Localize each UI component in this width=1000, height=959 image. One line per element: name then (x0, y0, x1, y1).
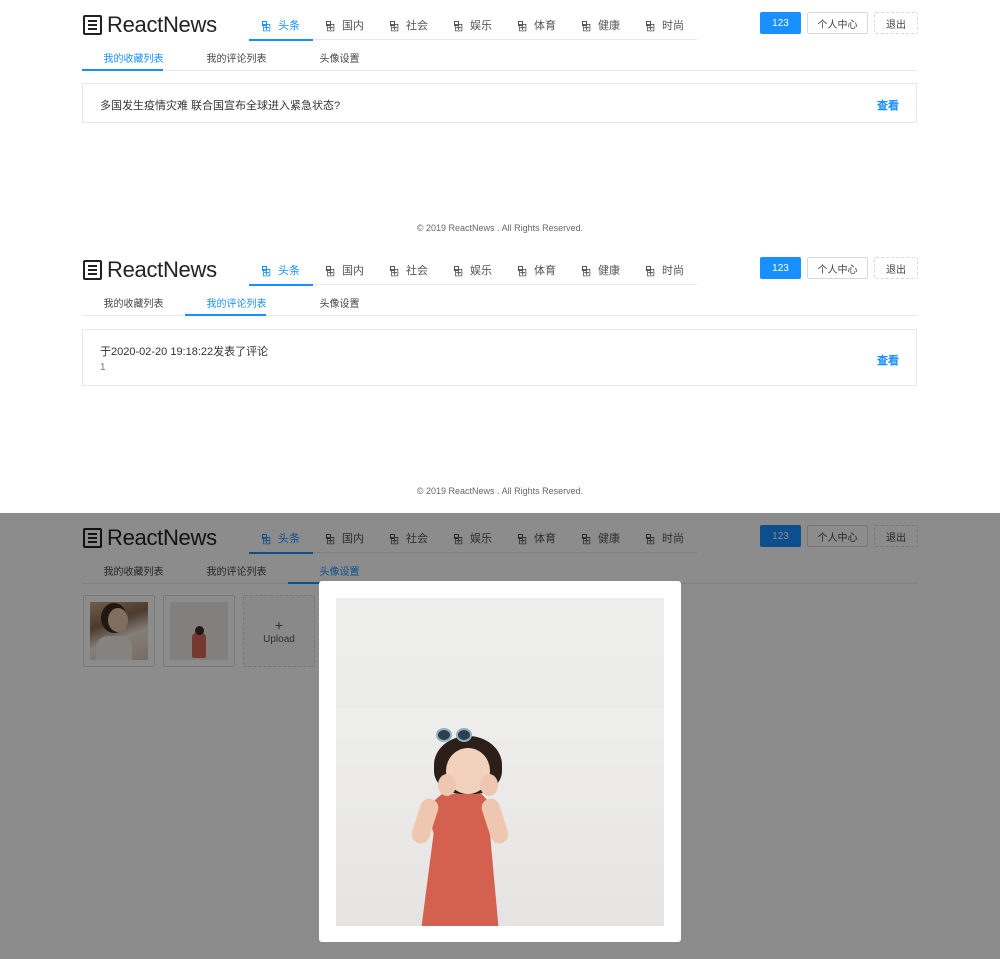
main-nav: ⊞ 头条 ⊞ 国内 ⊞ 社会 ⊞ 娱乐 ⊞ 体育 ⊞ 健康 ⊞ 时尚 (249, 10, 697, 41)
view-link[interactable]: 查看 (877, 352, 899, 368)
nav-item-fashion[interactable]: ⊞ 时尚 (633, 255, 697, 285)
appstore-icon: ⊞ (646, 21, 656, 34)
user-center-button[interactable]: 个人中心 (807, 257, 868, 279)
appstore-icon: ⊞ (326, 21, 336, 34)
favorite-card: 多国发生疫情灾难 联合国宣布全球进入紧急状态? 查看 (82, 83, 917, 123)
logo[interactable]: ReactNews (83, 12, 217, 38)
nav-item-sports[interactable]: ⊞ 体育 (505, 10, 569, 40)
logo-text: ReactNews (107, 12, 217, 37)
favorite-title: 多国发生疫情灾难 联合国宣布全球进入紧急状态? (100, 100, 341, 112)
tab-avatar[interactable]: 头像设置 (288, 290, 391, 315)
logo-text: ReactNews (107, 257, 217, 282)
nav-item-headline[interactable]: ⊞ 头条 (249, 10, 313, 41)
appstore-icon: ⊞ (582, 21, 592, 34)
appstore-icon: ⊞ (390, 21, 400, 34)
nav-item-domestic[interactable]: ⊞ 国内 (313, 10, 377, 40)
logout-button[interactable]: 退出 (874, 12, 918, 34)
nav-item-entertainment[interactable]: ⊞ 娱乐 (441, 10, 505, 40)
nav-item-fashion[interactable]: ⊞ 时尚 (633, 10, 697, 40)
appstore-icon: ⊞ (518, 21, 528, 34)
appstore-icon: ⊞ (390, 266, 400, 279)
tab-favorites[interactable]: 我的收藏列表 (82, 290, 185, 315)
main-nav: ⊞ 头条 ⊞ 国内 ⊞ 社会 ⊞ 娱乐 ⊞ 体育 ⊞ 健康 ⊞ 时尚 (249, 255, 697, 286)
nav-item-health[interactable]: ⊞ 健康 (569, 10, 633, 40)
preview-image (336, 598, 664, 926)
newspaper-icon (83, 260, 102, 280)
comment-title: 于2020-02-20 19:18:22发表了评论 (100, 346, 269, 358)
appstore-icon: ⊞ (454, 21, 464, 34)
avatar-settings-view: ReactNews ⊞ 头条 ⊞ 国内 ⊞ 社会 ⊞ 娱乐 ⊞ 体育 ⊞ 健康 ⊞ 时尚 12… (0, 513, 1000, 959)
nav-item-headline[interactable]: ⊞ 头条 (249, 255, 313, 286)
comment-content: 1 (100, 362, 106, 373)
comment-card: 于2020-02-20 19:18:22发表了评论 1 查看 (82, 329, 917, 386)
appstore-icon: ⊞ (262, 21, 272, 34)
appstore-icon: ⊞ (262, 266, 272, 279)
user-center-button[interactable]: 个人中心 (807, 12, 868, 34)
nav-item-society[interactable]: ⊞ 社会 (377, 10, 441, 40)
appstore-icon: ⊞ (454, 266, 464, 279)
nav-item-domestic[interactable]: ⊞ 国内 (313, 255, 377, 285)
comments-view: ReactNews ⊞ 头条 ⊞ 国内 ⊞ 社会 ⊞ 娱乐 ⊞ 体育 ⊞ 健康 ⊞ 时尚 12… (0, 245, 1000, 513)
appstore-icon: ⊞ (326, 266, 336, 279)
image-preview-modal (319, 581, 681, 942)
logout-button[interactable]: 退出 (874, 257, 918, 279)
appstore-icon: ⊞ (646, 266, 656, 279)
footer-text: © 2019 ReactNews . All Rights Reserved. (416, 486, 584, 496)
tab-favorites[interactable]: 我的收藏列表 (82, 45, 185, 71)
logo[interactable]: ReactNews (83, 257, 217, 283)
footer-text: © 2019 ReactNews . All Rights Reserved. (416, 223, 584, 233)
favorites-view: ReactNews ⊞ 头条 ⊞ 国内 ⊞ 社会 ⊞ 娱乐 ⊞ 体育 ⊞ 健康 ⊞ 时尚 12… (0, 0, 1000, 245)
newspaper-icon (83, 15, 102, 35)
tab-comments[interactable]: 我的评论列表 (185, 290, 288, 316)
username-button[interactable]: 123 (760, 12, 801, 34)
tab-comments[interactable]: 我的评论列表 (185, 45, 288, 70)
header-buttons: 123 个人中心 退出 (760, 12, 918, 34)
nav-item-health[interactable]: ⊞ 健康 (569, 255, 633, 285)
appstore-icon: ⊞ (582, 266, 592, 279)
tab-avatar[interactable]: 头像设置 (288, 45, 391, 70)
header-buttons: 123 个人中心 退出 (760, 257, 918, 279)
nav-item-entertainment[interactable]: ⊞ 娱乐 (441, 255, 505, 285)
user-tabs: 我的收藏列表 我的评论列表 头像设置 (82, 290, 917, 316)
nav-item-society[interactable]: ⊞ 社会 (377, 255, 441, 285)
username-button[interactable]: 123 (760, 257, 801, 279)
user-tabs: 我的收藏列表 我的评论列表 头像设置 (82, 45, 917, 71)
appstore-icon: ⊞ (518, 266, 528, 279)
nav-item-sports[interactable]: ⊞ 体育 (505, 255, 569, 285)
view-link[interactable]: 查看 (877, 97, 899, 113)
